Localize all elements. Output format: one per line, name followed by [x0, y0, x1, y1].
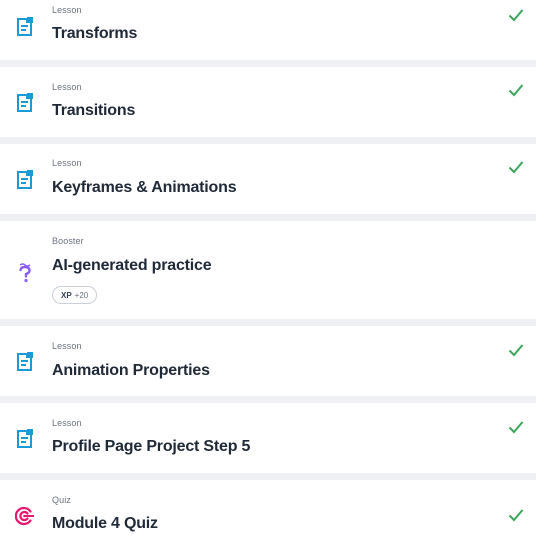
lesson-doc-icon: [15, 16, 35, 38]
checkmark-icon: [508, 160, 524, 174]
checkmark-icon: [508, 420, 524, 434]
course-module-list: Lesson Transforms Lesson Transitions Les…: [0, 0, 536, 538]
xp-badge-label: XP: [61, 290, 72, 300]
list-item-module-4-quiz[interactable]: Quiz Module 4 Quiz: [0, 480, 536, 538]
item-title: Keyframes & Animations: [52, 179, 237, 196]
list-item-keyframes-animations[interactable]: Lesson Keyframes & Animations: [0, 144, 536, 214]
checkmark-icon: [508, 343, 524, 357]
item-type-label: Quiz: [52, 495, 71, 505]
item-title: Transitions: [52, 102, 136, 119]
list-item-ai-generated-practice[interactable]: Booster AI-generated practice XP +20: [0, 221, 536, 319]
lesson-doc-icon: [15, 351, 35, 373]
item-type-label: Booster: [52, 236, 84, 246]
item-title: Module 4 Quiz: [52, 515, 158, 532]
item-type-label: Lesson: [52, 418, 82, 428]
list-item-animation-properties[interactable]: Lesson Animation Properties: [0, 326, 536, 396]
item-title: Animation Properties: [52, 362, 210, 379]
list-item-transitions[interactable]: Lesson Transitions: [0, 67, 536, 137]
list-item-profile-page-project-step-5[interactable]: Lesson Profile Page Project Step 5: [0, 403, 536, 473]
checkmark-icon: [508, 508, 524, 522]
lesson-doc-icon: [15, 92, 35, 114]
checkmark-icon: [508, 83, 524, 97]
item-type-label: Lesson: [52, 341, 82, 351]
question-mark-icon: [15, 261, 35, 283]
item-type-label: Lesson: [52, 158, 82, 168]
xp-badge-value: +20: [74, 290, 89, 300]
list-item-transforms[interactable]: Lesson Transforms: [0, 0, 536, 60]
checkmark-icon: [508, 8, 524, 22]
item-type-label: Lesson: [52, 5, 82, 15]
xp-badge: XP +20: [52, 286, 98, 304]
item-type-label: Lesson: [52, 82, 82, 92]
item-title: Profile Page Project Step 5: [52, 438, 251, 455]
lesson-doc-icon: [15, 169, 35, 191]
item-title: Transforms: [52, 25, 138, 42]
target-icon: [15, 505, 35, 527]
lesson-doc-icon: [15, 428, 35, 450]
item-title: AI-generated practice: [52, 257, 212, 274]
